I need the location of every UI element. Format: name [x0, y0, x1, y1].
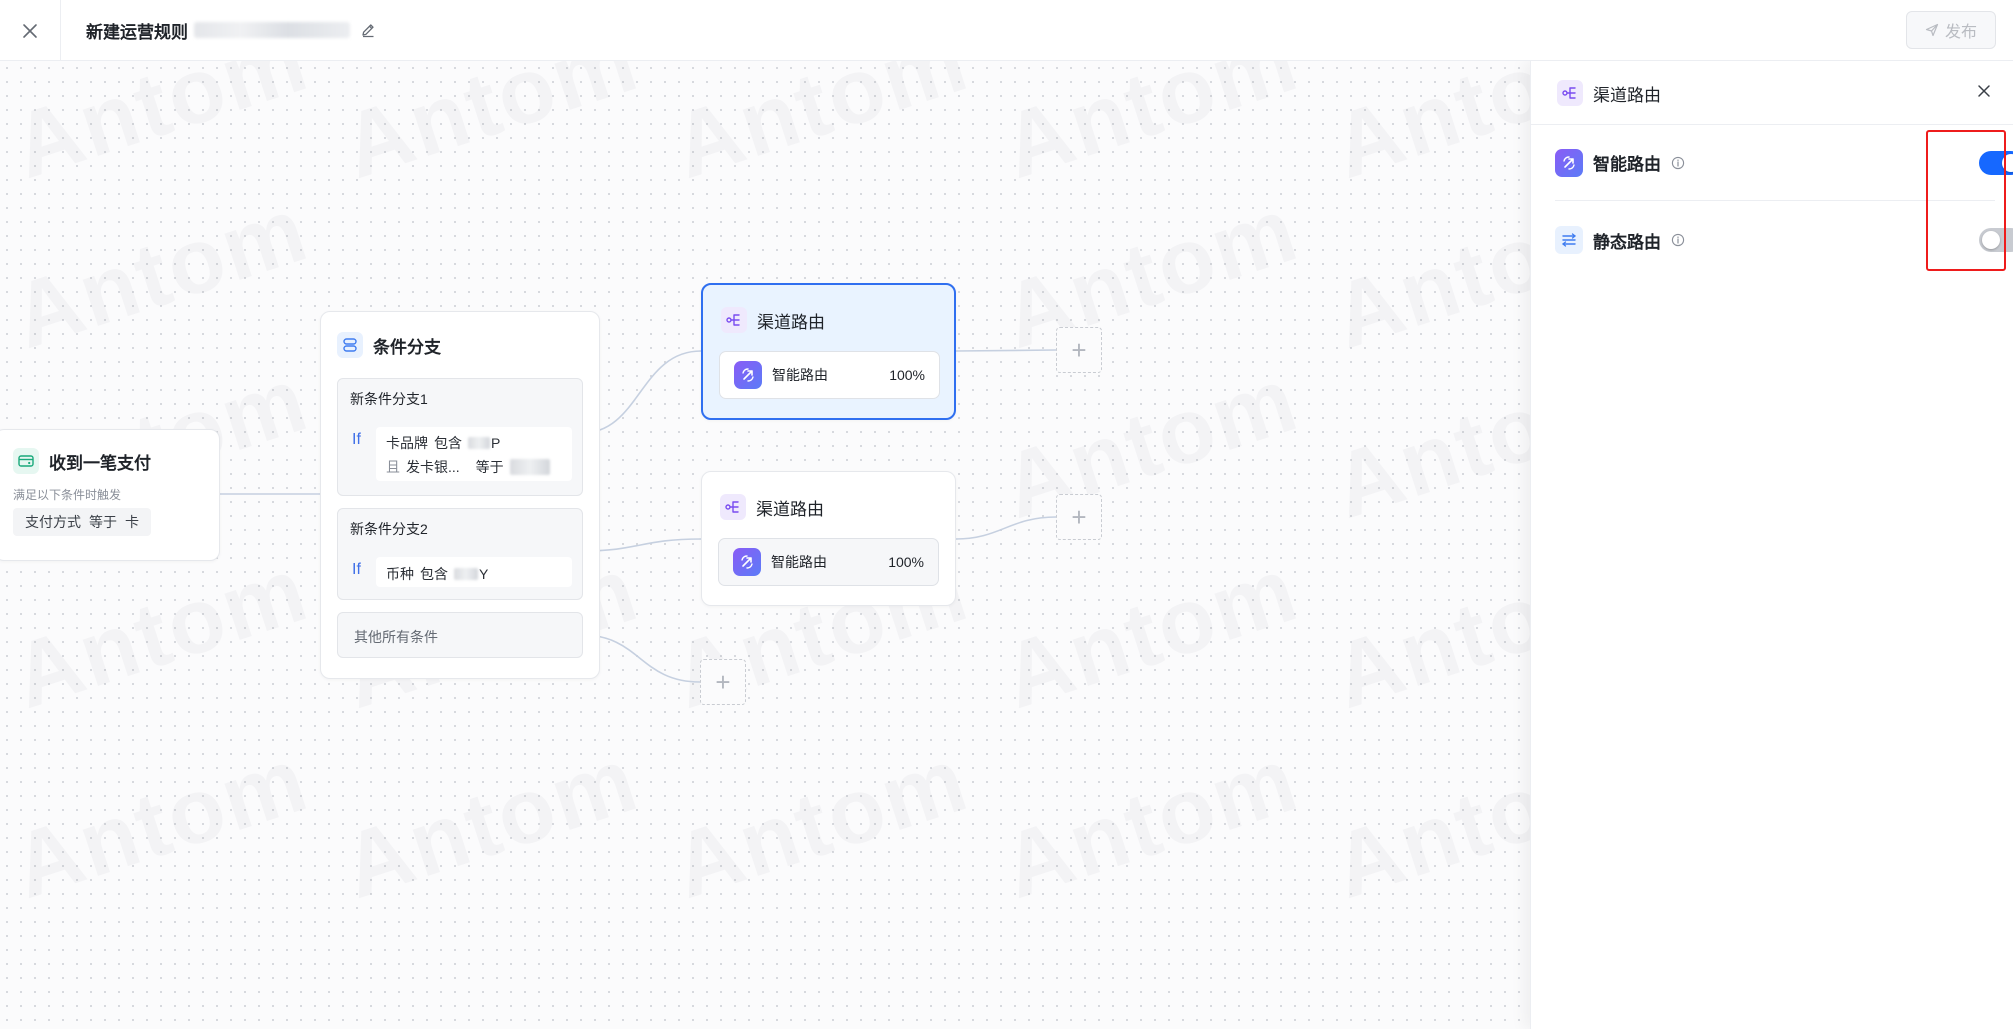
connector-route2-to-add: [955, 516, 1057, 540]
route-icon: [1557, 80, 1583, 106]
branch-2-rule-1: 币种 包含 Y: [386, 564, 488, 584]
trigger-condition-value: 卡: [125, 514, 139, 530]
branch-icon: [337, 332, 363, 358]
branch-1-name: 新条件分支1: [350, 391, 428, 407]
panel-title: 渠道路由: [1557, 80, 1661, 106]
static-route-toggle[interactable]: [1979, 228, 2013, 252]
rule-field: 发卡银...: [406, 459, 460, 475]
route-2-title: 渠道路由: [720, 494, 824, 520]
close-button[interactable]: [0, 0, 61, 61]
redacted-value: [468, 437, 490, 449]
branch-1-if-label: If: [352, 431, 361, 448]
branch-1-rule-1: 卡品牌 包含 P: [386, 433, 500, 453]
send-icon: [1925, 23, 1939, 37]
edit-title-button[interactable]: [360, 22, 376, 38]
branch-2-rules: 币种 包含 Y: [376, 557, 572, 587]
smart-route-toggle[interactable]: [1979, 151, 2013, 175]
smart-route-icon: [734, 361, 762, 389]
route-icon: [720, 494, 746, 520]
info-icon[interactable]: [1671, 156, 1685, 170]
condition-branch-other[interactable]: 其他所有条件: [337, 612, 583, 658]
trigger-title-text: 收到一笔支付: [49, 453, 151, 473]
panel-option-smart-route: 智能路由: [1555, 125, 2013, 201]
smart-route-icon: [733, 548, 761, 576]
panel-option-static-route: 静态路由: [1555, 202, 2013, 278]
trigger-condition-field: 支付方式: [25, 514, 81, 530]
publish-label: 发布: [1944, 24, 1977, 41]
redacted-title-suffix: [194, 22, 350, 38]
top-bar: 新建运营规则 发布: [0, 0, 2013, 61]
card-icon: [13, 448, 39, 474]
branch-1-rule-2: 且 发卡银... 等于: [386, 457, 550, 477]
page-title: 新建运营规则: [86, 19, 376, 42]
channel-route-node-2[interactable]: 渠道路由 智能路由 100%: [701, 471, 956, 606]
route-1-title-text: 渠道路由: [757, 312, 825, 332]
redacted-value: [454, 568, 478, 580]
route-2-strategy-percent: 100%: [888, 554, 924, 570]
page-title-text: 新建运营规则: [86, 22, 188, 42]
trigger-node[interactable]: 收到一笔支付 满足以下条件时触发 支付方式 等于 卡: [0, 429, 220, 561]
branch-1-rules: 卡品牌 包含 P 且 发卡银... 等于: [376, 427, 572, 481]
route-1-strategy-name: 智能路由: [772, 367, 828, 383]
toggle-knob: [1982, 231, 2000, 249]
branch-2-name: 新条件分支2: [350, 521, 428, 537]
trigger-condition-op: 等于: [89, 514, 117, 530]
rule-value-suffix: P: [491, 435, 501, 451]
channel-route-panel: 渠道路由 智能路由 静态路由: [1530, 61, 2013, 1029]
rule-field: 卡品牌: [386, 435, 428, 451]
toggle-knob: [2002, 154, 2013, 172]
rule-op: 等于: [475, 459, 504, 475]
channel-route-node-1[interactable]: 渠道路由 智能路由 100%: [701, 283, 956, 420]
rule-value: Y: [454, 566, 488, 582]
route-2-title-text: 渠道路由: [756, 499, 824, 519]
add-node-button-after-route-1[interactable]: +: [1056, 327, 1102, 373]
route-1-strategy[interactable]: 智能路由 100%: [719, 351, 940, 399]
rule-field: 币种: [386, 566, 414, 582]
condition-title-text: 条件分支: [373, 337, 441, 357]
trigger-condition-chip: 支付方式 等于 卡: [13, 508, 151, 536]
add-node-button-after-other[interactable]: +: [700, 659, 746, 705]
condition-node-title: 条件分支: [337, 332, 441, 358]
condition-branch-2[interactable]: 新条件分支2 If 币种 包含 Y: [337, 508, 583, 600]
branch-2-if-label: If: [352, 561, 361, 578]
panel-header: 渠道路由: [1531, 61, 2013, 125]
info-icon[interactable]: [1671, 233, 1685, 247]
route-2-strategy-name: 智能路由: [771, 554, 827, 570]
trigger-node-title: 收到一笔支付: [13, 448, 151, 474]
static-route-icon: [1555, 226, 1583, 254]
publish-button[interactable]: 发布: [1906, 11, 1996, 49]
rule-op: 包含: [434, 435, 462, 451]
condition-branch-node[interactable]: 条件分支 新条件分支1 If 卡品牌 包含 P 且 发卡银... 等于 新条件分…: [320, 311, 600, 679]
route-1-title: 渠道路由: [721, 307, 825, 333]
condition-branch-1[interactable]: 新条件分支1 If 卡品牌 包含 P 且 发卡银... 等于: [337, 378, 583, 496]
redacted-value: [509, 459, 550, 475]
route-icon: [721, 307, 747, 333]
route-2-strategy[interactable]: 智能路由 100%: [718, 538, 939, 586]
close-icon: [23, 23, 37, 38]
rule-value-suffix: Y: [479, 566, 489, 582]
route-1-strategy-percent: 100%: [889, 367, 925, 383]
close-icon: [1978, 85, 1990, 97]
add-node-button-after-route-2[interactable]: +: [1056, 494, 1102, 540]
trigger-subtitle: 满足以下条件时触发: [13, 488, 122, 502]
flow-canvas[interactable]: Antom Antom Antom Antom Antom Antom Anto…: [0, 61, 1530, 1029]
edit-icon: [362, 24, 374, 38]
rule-connector: 且: [386, 459, 400, 475]
static-route-label: 静态路由: [1593, 232, 1661, 252]
smart-route-label: 智能路由: [1593, 155, 1661, 174]
panel-close-button[interactable]: [1976, 83, 1992, 104]
panel-title-text: 渠道路由: [1593, 85, 1661, 105]
connector-route1-to-add: [955, 349, 1057, 352]
other-branch-label: 其他所有条件: [354, 629, 438, 645]
rule-value: P: [468, 435, 500, 451]
rule-op: 包含: [420, 566, 448, 582]
smart-route-icon: [1555, 148, 1583, 177]
